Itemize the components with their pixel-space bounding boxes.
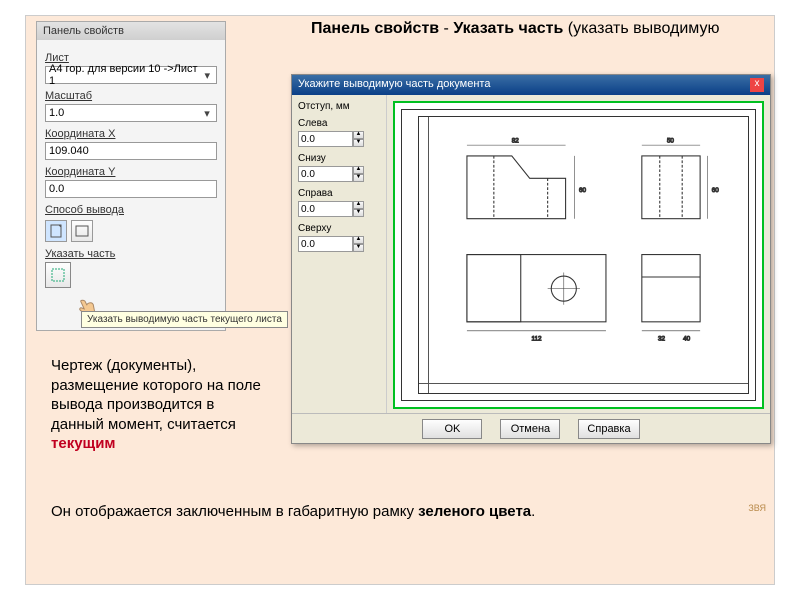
output-mode-page-button[interactable]	[45, 220, 67, 242]
coord-y-value: 0.0	[49, 183, 64, 195]
dialog-button-row: OK Отмена Справка	[292, 413, 770, 443]
description-paragraph-2: Он отображается заключенным в габаритную…	[51, 502, 731, 522]
coord-x-value: 109.040	[49, 145, 89, 157]
spinner-up[interactable]: ▲	[353, 166, 364, 174]
drawing-preview[interactable]: 82 60 50	[393, 101, 764, 409]
spinner-up[interactable]: ▲	[353, 131, 364, 139]
svg-text:112: 112	[532, 336, 543, 343]
coord-x-input[interactable]: 109.040	[45, 142, 217, 160]
scale-label: Масштаб	[45, 90, 217, 102]
margin-top-label: Сверху	[298, 223, 380, 234]
coord-x-label: Координата X	[45, 128, 217, 140]
spinner-up[interactable]: ▲	[353, 201, 364, 209]
dialog-titlebar[interactable]: Укажите выводимую часть документа x	[292, 75, 770, 95]
coord-y-label: Координата Y	[45, 166, 217, 178]
sheet-icon	[75, 225, 89, 237]
description-paragraph-1: Чертеж (документы), размещение которого …	[51, 356, 271, 454]
output-mode-label: Способ вывода	[45, 204, 217, 216]
margin-right-label: Справа	[298, 188, 380, 199]
margins-panel: Отступ, мм Слева 0.0▲▼ Снизу 0.0▲▼ Справ…	[292, 95, 387, 415]
margins-header: Отступ, мм	[298, 101, 380, 112]
scale-value: 1.0	[49, 107, 64, 119]
properties-panel: Панель свойств Лист А4 гор. для версии 1…	[36, 21, 226, 331]
ok-button[interactable]: OK	[422, 419, 482, 439]
spinner-down[interactable]: ▼	[353, 209, 364, 217]
chevron-down-icon[interactable]: ▾	[201, 107, 213, 120]
output-mode-sheet-button[interactable]	[71, 220, 93, 242]
list-value: А4 гор. для версии 10 ->Лист 1	[49, 63, 201, 87]
margin-top-input[interactable]: 0.0	[298, 236, 353, 252]
select-output-part-dialog: Укажите выводимую часть документа x Отст…	[291, 74, 771, 444]
chevron-down-icon[interactable]: ▾	[201, 69, 213, 82]
dialog-title-text: Укажите выводимую часть документа	[298, 78, 490, 92]
spinner-up[interactable]: ▲	[353, 236, 364, 244]
titleblock-side	[419, 117, 429, 393]
page-icon	[50, 224, 62, 238]
specify-part-tooltip: Указать выводимую часть текущего листа	[81, 311, 288, 328]
heading-bold-1: Панель свойств	[311, 20, 439, 37]
coord-y-input[interactable]: 0.0	[45, 180, 217, 198]
close-button[interactable]: x	[750, 78, 764, 92]
svg-text:50: 50	[667, 137, 674, 144]
slide-frame: Панель свойств Лист А4 гор. для версии 1…	[25, 15, 775, 585]
author-signature: ЗВЯ	[748, 504, 766, 514]
specify-part-button[interactable]	[45, 262, 71, 288]
cancel-button[interactable]: Отмена	[500, 419, 560, 439]
specify-part-label: Указать часть	[45, 248, 217, 260]
svg-text:32: 32	[658, 336, 665, 343]
svg-text:60: 60	[712, 187, 719, 194]
margin-bottom-input[interactable]: 0.0	[298, 166, 353, 182]
slide-heading: Панель свойств - Указать часть (указать …	[311, 19, 751, 40]
output-mode-row	[45, 220, 217, 242]
margin-left-input[interactable]: 0.0	[298, 131, 353, 147]
scale-dropdown[interactable]: 1.0 ▾	[45, 104, 217, 122]
properties-panel-body: Лист А4 гор. для версии 10 ->Лист 1 ▾ Ма…	[37, 40, 225, 294]
properties-panel-title: Панель свойств	[37, 22, 225, 40]
margin-right-input[interactable]: 0.0	[298, 201, 353, 217]
spinner-down[interactable]: ▼	[353, 244, 364, 252]
spinner-down[interactable]: ▼	[353, 174, 364, 182]
svg-text:60: 60	[579, 187, 586, 194]
crop-selection-icon	[50, 267, 66, 283]
help-button[interactable]: Справка	[578, 419, 639, 439]
heading-bold-2: Указать часть	[453, 20, 563, 37]
svg-text:40: 40	[683, 336, 690, 343]
margin-left-label: Слева	[298, 118, 380, 129]
drawing-frame: 82 60 50	[418, 116, 749, 394]
list-dropdown[interactable]: А4 гор. для версии 10 ->Лист 1 ▾	[45, 66, 217, 84]
titleblock-bottom	[419, 383, 748, 393]
technical-views: 82 60 50	[449, 129, 736, 353]
svg-text:82: 82	[512, 137, 519, 144]
margin-bottom-label: Снизу	[298, 153, 380, 164]
dialog-body: Отступ, мм Слева 0.0▲▼ Снизу 0.0▲▼ Справ…	[292, 95, 770, 415]
spinner-down[interactable]: ▼	[353, 139, 364, 147]
drawing-sheet: 82 60 50	[401, 109, 756, 401]
